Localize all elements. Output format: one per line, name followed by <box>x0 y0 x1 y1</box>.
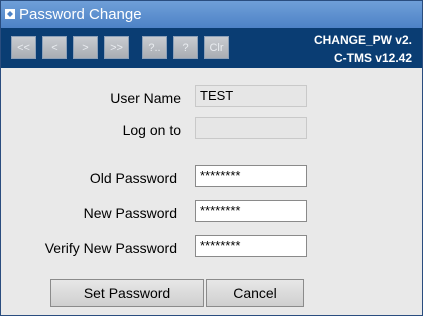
new-password-input[interactable]: ******** <box>195 200 307 222</box>
lookup-button[interactable]: ?.. <box>142 36 167 59</box>
verify-password-input[interactable]: ******** <box>195 235 307 257</box>
new-password-label: New Password <box>83 205 177 221</box>
user-name-field: TEST <box>195 85 307 107</box>
version-info: CHANGE_PW v2. C-TMS v12.42 <box>314 31 412 67</box>
next-record-button[interactable]: > <box>73 36 98 59</box>
help-button[interactable]: ? <box>173 36 198 59</box>
system-version: C-TMS v12.42 <box>333 51 412 65</box>
verify-password-label: Verify New Password <box>44 240 177 256</box>
toolbar: << < > >> ?.. ? Clr CHANGE_PW v2. C-TMS … <box>1 28 422 68</box>
clear-button[interactable]: Clr <box>204 36 229 59</box>
password-change-window: Password Change << < > >> ?.. ? Clr CHAN… <box>0 0 423 316</box>
window-app-icon <box>5 9 15 19</box>
window-title: Password Change <box>19 6 142 23</box>
title-bar: Password Change <box>1 1 422 28</box>
previous-record-button[interactable]: < <box>42 36 67 59</box>
old-password-input[interactable]: ******** <box>195 165 307 187</box>
log-on-to-field <box>195 117 307 139</box>
cancel-button[interactable]: Cancel <box>206 279 304 307</box>
old-password-label: Old Password <box>89 170 177 186</box>
log-on-to-label: Log on to <box>122 122 181 138</box>
first-record-button[interactable]: << <box>11 36 36 59</box>
user-name-label: User Name <box>110 90 181 106</box>
last-record-button[interactable]: >> <box>104 36 129 59</box>
program-version: CHANGE_PW v2. <box>313 33 412 47</box>
set-password-button[interactable]: Set Password <box>50 279 204 307</box>
